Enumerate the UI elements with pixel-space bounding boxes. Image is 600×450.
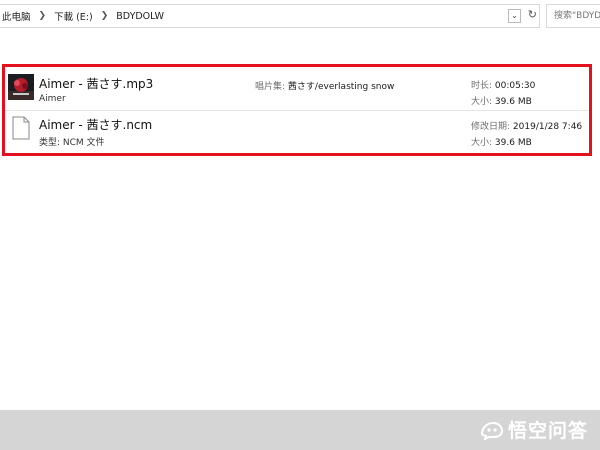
file-row-ncm[interactable]: Aimer - 茜さす.ncm 类型: NCM 文件 修改日期: 2019/1/… bbox=[5, 110, 589, 151]
chevron-down-icon[interactable]: ⌄ bbox=[508, 9, 521, 23]
file-name[interactable]: Aimer - 茜さす.ncm bbox=[39, 116, 152, 133]
album-value: 茜さす/everlasting snow bbox=[287, 82, 395, 92]
file-size: 大小: 39.6 MB bbox=[471, 135, 532, 148]
search-placeholder: 搜索"BDYDOLW" bbox=[554, 11, 600, 21]
size-label: 大小: bbox=[471, 97, 493, 107]
duration-value: 00:05:30 bbox=[494, 81, 536, 91]
file-type: 类型: NCM 文件 bbox=[39, 138, 105, 148]
modified-value: 2019/1/28 7:46 bbox=[512, 122, 583, 132]
size-label: 大小: bbox=[471, 138, 493, 148]
duration-label: 时长: bbox=[471, 81, 493, 91]
file-size: 大小: 39.6 MB bbox=[471, 94, 532, 107]
search-input[interactable]: 搜索"BDYDOLW" bbox=[546, 4, 600, 28]
breadcrumb-separator-icon[interactable]: ❯ bbox=[39, 11, 47, 21]
breadcrumb-separator-icon[interactable]: ❯ bbox=[101, 11, 109, 21]
size-value: 39.6 MB bbox=[494, 138, 532, 148]
file-row-mp3[interactable]: Aimer - 茜さす.mp3 Aimer 唱片集: 茜さす/everlasti… bbox=[5, 70, 589, 110]
watermark: 悟空问答 bbox=[480, 416, 588, 443]
refresh-icon[interactable]: ↻ bbox=[528, 8, 537, 21]
file-duration: 时长: 00:05:30 bbox=[471, 78, 535, 91]
file-list-highlight: Aimer - 茜さす.mp3 Aimer 唱片集: 茜さす/everlasti… bbox=[2, 64, 592, 156]
breadcrumb-current-folder[interactable]: BDYDOLW bbox=[116, 11, 164, 22]
file-name[interactable]: Aimer - 茜さす.mp3 bbox=[39, 75, 153, 92]
blank-file-icon bbox=[12, 116, 30, 140]
modified-label: 修改日期: bbox=[471, 122, 511, 132]
address-bar[interactable]: 此电脑 ❯ 下載 (E:) ❯ BDYDOLW ⌄ ↻ bbox=[0, 4, 540, 28]
watermark-text: 悟空问答 bbox=[507, 420, 588, 442]
breadcrumb-downloads-drive[interactable]: 下載 (E:) bbox=[54, 9, 93, 23]
album-label: 唱片集: bbox=[255, 82, 286, 92]
wukong-logo-icon bbox=[480, 421, 503, 440]
breadcrumb-this-pc[interactable]: 此电脑 bbox=[2, 9, 31, 23]
file-album: 唱片集: 茜さす/everlasting snow bbox=[255, 79, 394, 92]
size-value: 39.6 MB bbox=[494, 97, 532, 107]
album-art-thumbnail bbox=[8, 74, 34, 100]
file-modified-date: 修改日期: 2019/1/28 7:46 bbox=[471, 119, 582, 132]
file-artist: Aimer bbox=[39, 94, 66, 104]
